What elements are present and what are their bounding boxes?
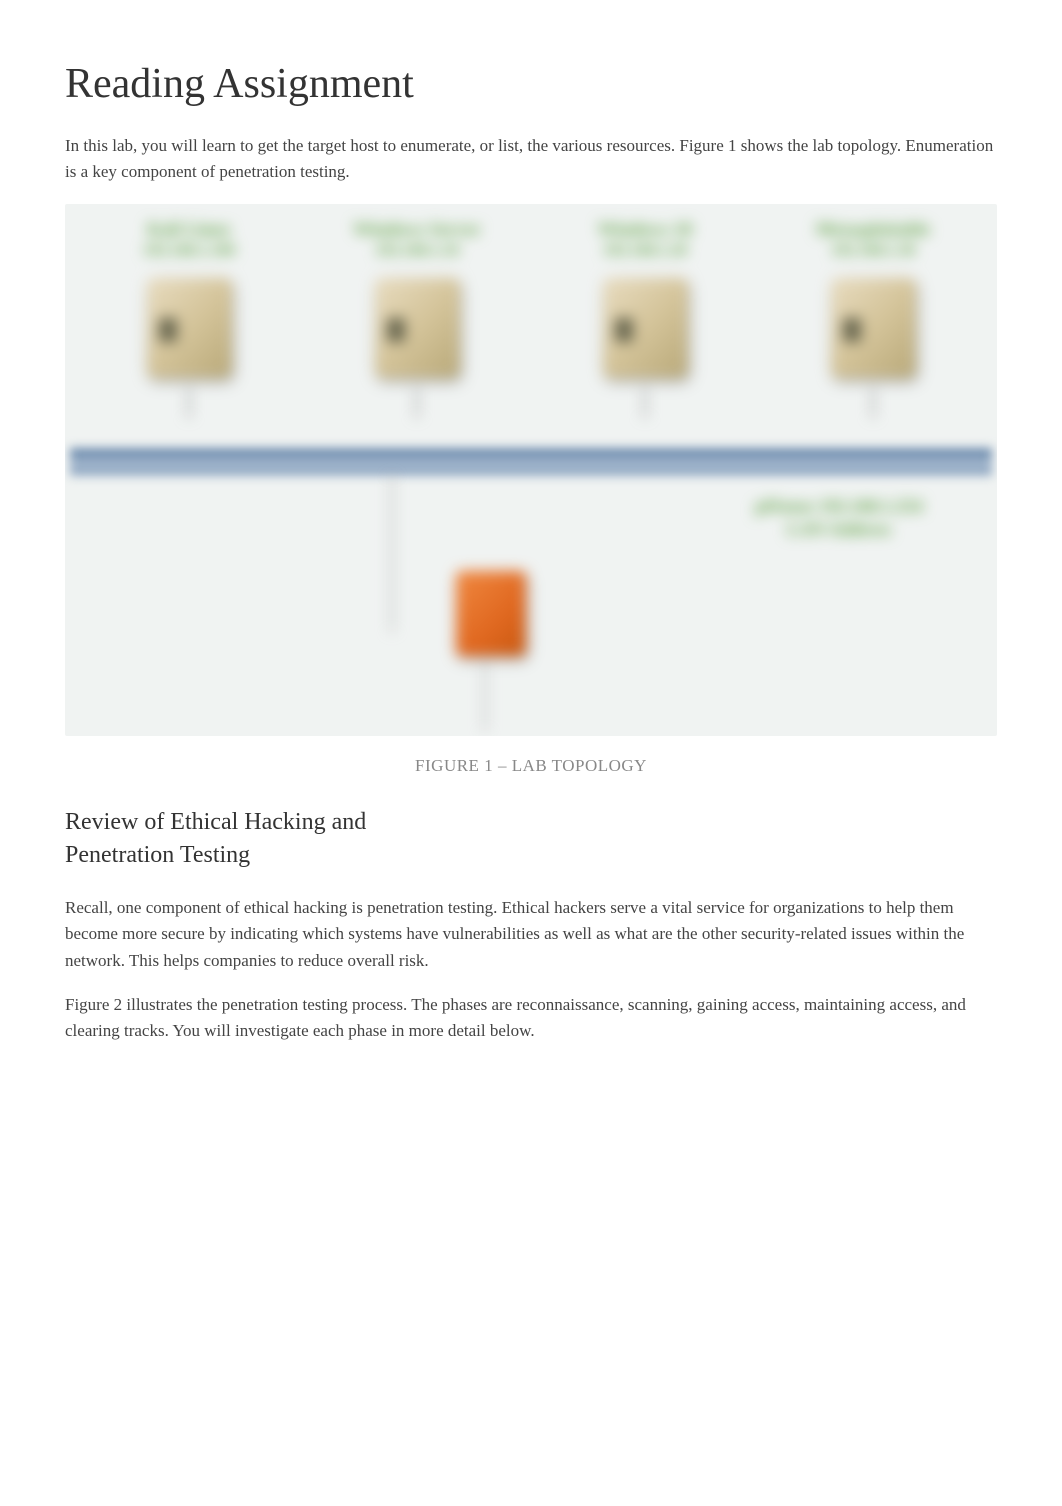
server-icon: [603, 278, 688, 378]
node-ip: 192.168.1.100: [143, 242, 235, 260]
topology-node: Windows 10 192.168.1.20: [531, 219, 759, 418]
page-title: Reading Assignment: [65, 60, 997, 108]
server-icon: [831, 278, 916, 378]
figure-1-caption: FIGURE 1 – LAB TOPOLOGY: [65, 756, 997, 776]
firewall-icon: [456, 571, 526, 656]
topology-node: Metasploitable 192.168.1.30: [759, 219, 987, 418]
topology-bottom-row: pfSense 192.168.1.254 LAN Address: [65, 476, 997, 736]
server-icon: [147, 278, 232, 378]
firewall-label-group: pfSense 192.168.1.254 LAN Address: [755, 496, 922, 542]
node-label: Windows Server: [353, 219, 480, 240]
network-bar: [70, 448, 992, 476]
server-icon: [375, 278, 460, 378]
node-label: Kali Linux: [147, 219, 231, 240]
connector-line: [872, 388, 874, 418]
connector-line: [484, 661, 486, 731]
connector-line: [644, 388, 646, 418]
node-label: Metasploitable: [816, 219, 930, 240]
body-paragraph-1: Recall, one component of ethical hacking…: [65, 895, 997, 974]
intro-paragraph: In this lab, you will learn to get the t…: [65, 133, 997, 186]
body-paragraph-2: Figure 2 illustrates the penetration tes…: [65, 992, 997, 1045]
section-heading: Review of Ethical Hacking and Penetratio…: [65, 806, 455, 873]
node-ip: 192.168.1.20: [603, 242, 687, 260]
node-ip: 192.168.1.10: [375, 242, 459, 260]
topology-top-row: Kali Linux 192.168.1.100 Windows Server …: [65, 204, 997, 448]
topology-node: Windows Server 192.168.1.10: [303, 219, 531, 418]
connector-line: [391, 476, 393, 632]
node-label: Windows 10: [598, 219, 692, 240]
node-ip: 192.168.1.30: [831, 242, 915, 260]
firewall-label: pfSense 192.168.1.254: [755, 496, 922, 517]
figure-1: Kali Linux 192.168.1.100 Windows Server …: [65, 204, 997, 736]
connector-line: [416, 388, 418, 418]
connector-line: [188, 388, 190, 418]
firewall-sublabel: LAN Address: [755, 519, 922, 540]
topology-node: Kali Linux 192.168.1.100: [75, 219, 303, 418]
